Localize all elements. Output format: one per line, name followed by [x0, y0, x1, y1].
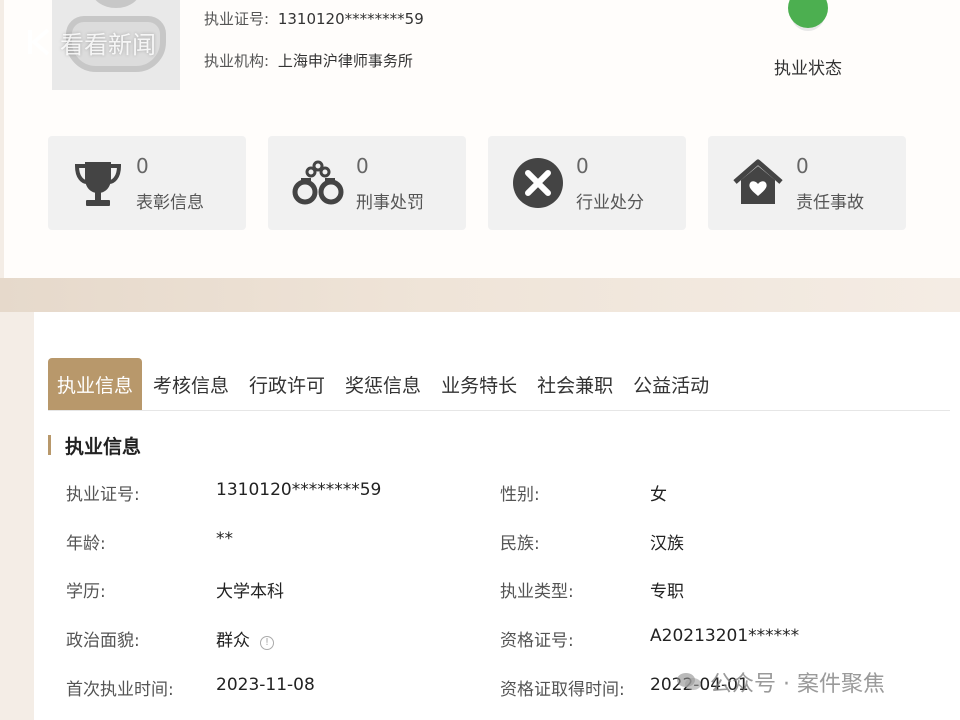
field-label: 政治面貌:: [66, 631, 140, 651]
political-status-field: 群众!: [216, 626, 274, 651]
tab-social-positions[interactable]: 社会兼职: [528, 358, 622, 410]
tab-bar: 执业信息 考核信息 行政许可 奖惩信息 业务特长 社会兼职 公益活动: [48, 358, 720, 410]
field-value: 大学本科: [216, 582, 284, 602]
field-label: 年龄:: [66, 534, 106, 554]
handcuffs-icon: [290, 156, 346, 210]
detail-card: 执业信息 考核信息 行政许可 奖惩信息 业务特长 社会兼职 公益活动 执业信息 …: [34, 312, 960, 720]
org-line: 执业机构: 上海申沪律师事务所: [204, 50, 413, 71]
stat-label: 行业处分: [576, 193, 644, 213]
org-label: 执业机构:: [204, 52, 270, 70]
trophy-icon: [70, 156, 126, 210]
field-value: **: [216, 529, 233, 549]
stat-commendation[interactable]: 0 表彰信息: [48, 136, 246, 230]
field-label: 性别:: [500, 485, 540, 505]
field-value: 女: [650, 485, 667, 505]
profile-card: 看看新闻 执业证号: 1310120********59 执业机构: 上海申沪律…: [4, 0, 960, 278]
stat-count: 0: [136, 154, 149, 178]
tab-assessment-info[interactable]: 考核信息: [144, 358, 238, 410]
field-label: 学历:: [66, 582, 106, 602]
watermark-text: 公众号 · 案件聚焦: [710, 672, 885, 697]
account-watermark: 公众号 · 案件聚焦: [676, 666, 885, 698]
org-value: 上海申沪律师事务所: [277, 52, 413, 70]
field-label: 资格证号:: [500, 631, 574, 651]
field-value: 专职: [650, 582, 684, 602]
stat-criminal-penalty[interactable]: 0 刑事处罚: [268, 136, 466, 230]
k-logo-icon: [24, 27, 54, 57]
close-circle-icon: [510, 156, 566, 210]
tab-administrative-license[interactable]: 行政许可: [240, 358, 334, 410]
wechat-icon: [676, 671, 702, 693]
license-line: 执业证号: 1310120********59: [204, 8, 424, 29]
stat-industry-sanction[interactable]: 0 行业处分: [488, 136, 686, 230]
divider-band: [0, 278, 960, 312]
tab-practice-info[interactable]: 执业信息: [48, 358, 143, 410]
status-indicator-icon: [788, 0, 828, 28]
stat-label: 责任事故: [796, 193, 864, 213]
tab-public-welfare[interactable]: 公益活动: [624, 358, 718, 410]
field-label: 执业证号:: [66, 485, 140, 505]
stat-count: 0: [576, 154, 589, 178]
section-accent-bar: [48, 435, 51, 455]
field-label: 民族:: [500, 534, 540, 554]
section-title-text: 执业信息: [65, 435, 142, 458]
tabs-divider: [48, 410, 950, 411]
tab-rewards-penalties[interactable]: 奖惩信息: [336, 358, 430, 410]
stat-liability-accident[interactable]: 0 责任事故: [708, 136, 906, 230]
field-label: 首次执业时间:: [66, 680, 174, 700]
news-watermark: 看看新闻: [24, 22, 204, 62]
stat-count: 0: [796, 154, 809, 178]
info-icon[interactable]: !: [260, 636, 274, 650]
watermark-text: 看看新闻: [60, 30, 156, 59]
license-value: 1310120********59: [277, 10, 424, 28]
field-label: 资格证取得时间:: [500, 680, 625, 700]
field-value: 群众: [216, 631, 250, 651]
section-title: 执业信息: [48, 434, 142, 458]
tab-specialties[interactable]: 业务特长: [432, 358, 526, 410]
field-value: 汉族: [650, 534, 684, 554]
stat-label: 表彰信息: [136, 193, 204, 213]
status-label: 执业状态: [774, 59, 842, 79]
stat-count: 0: [356, 154, 369, 178]
field-label: 执业类型:: [500, 582, 574, 602]
field-value: A20213201******: [650, 626, 800, 646]
house-heart-icon: [730, 156, 786, 210]
license-label: 执业证号:: [204, 10, 270, 28]
stat-label: 刑事处罚: [356, 193, 424, 213]
field-value: 2023-11-08: [216, 675, 315, 695]
field-value: 1310120********59: [216, 480, 382, 500]
